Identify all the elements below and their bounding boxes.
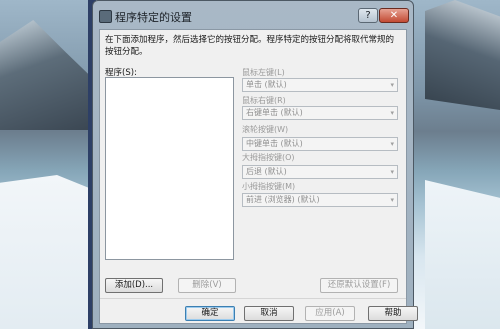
add-program-button[interactable]: 添加(D)... <box>105 278 163 293</box>
chevron-down-icon: ▾ <box>390 196 394 204</box>
desktop-mountain-left <box>0 20 95 130</box>
restore-defaults-button[interactable]: 还原默认设置(F) <box>320 278 398 293</box>
desktop-ice-right <box>425 180 500 329</box>
left-button-value: 单击 (默认) <box>246 80 287 89</box>
right-button-value: 右键单击 (默认) <box>246 108 303 117</box>
thumb-button-select[interactable]: 后退 (默认) ▾ <box>242 165 398 179</box>
title-bar[interactable]: 程序特定的设置 ? ✕ <box>93 1 413 29</box>
thumb-button-label: 大拇指按键(O) <box>242 153 295 162</box>
programs-list[interactable] <box>105 77 234 260</box>
description-text: 在下面添加程序，然后选择它的按钮分配。程序特定的按钮分配将取代常规的按钮分配。 <box>105 35 395 57</box>
desktop-mountain-right <box>425 0 500 110</box>
desktop-ice-left <box>0 175 95 329</box>
apply-button[interactable]: 应用(A) <box>305 306 355 321</box>
delete-program-button[interactable]: 删除(V) <box>178 278 236 293</box>
dialog-body: 在下面添加程序，然后选择它的按钮分配。程序特定的按钮分配将取代常规的按钮分配。 … <box>99 29 418 324</box>
cancel-button[interactable]: 取消 <box>244 306 294 321</box>
help-button[interactable]: 帮助 <box>368 306 418 321</box>
ok-button[interactable]: 确定 <box>185 306 235 321</box>
program-specific-settings-dialog: 程序特定的设置 ? ✕ 在下面添加程序，然后选择它的按钮分配。程序特定的按钮分配… <box>92 0 418 329</box>
pinky-button-value: 前进 (浏览器) (默认) <box>246 195 320 204</box>
left-button-select[interactable]: 单击 (默认) ▾ <box>242 78 398 92</box>
wheel-button-select[interactable]: 中键单击 (默认) ▾ <box>242 137 398 151</box>
help-caption-button[interactable]: ? <box>358 8 378 23</box>
separator <box>100 298 406 299</box>
chevron-down-icon: ▾ <box>390 168 394 176</box>
left-button-label: 鼠标左键(L) <box>242 68 285 77</box>
right-button-label: 鼠标右键(R) <box>242 96 286 105</box>
wheel-button-label: 滚轮按键(W) <box>242 125 289 134</box>
chevron-down-icon: ▾ <box>390 81 394 89</box>
window-title: 程序特定的设置 <box>115 11 192 24</box>
wheel-button-value: 中键单击 (默认) <box>246 139 303 148</box>
pinky-button-label: 小拇指按键(M) <box>242 182 296 191</box>
app-icon <box>99 10 112 23</box>
right-button-select[interactable]: 右键单击 (默认) ▾ <box>242 106 398 120</box>
thumb-button-value: 后退 (默认) <box>246 167 287 176</box>
chevron-down-icon: ▾ <box>390 140 394 148</box>
close-button[interactable]: ✕ <box>379 8 409 23</box>
pinky-button-select[interactable]: 前进 (浏览器) (默认) ▾ <box>242 193 398 207</box>
chevron-down-icon: ▾ <box>390 109 394 117</box>
